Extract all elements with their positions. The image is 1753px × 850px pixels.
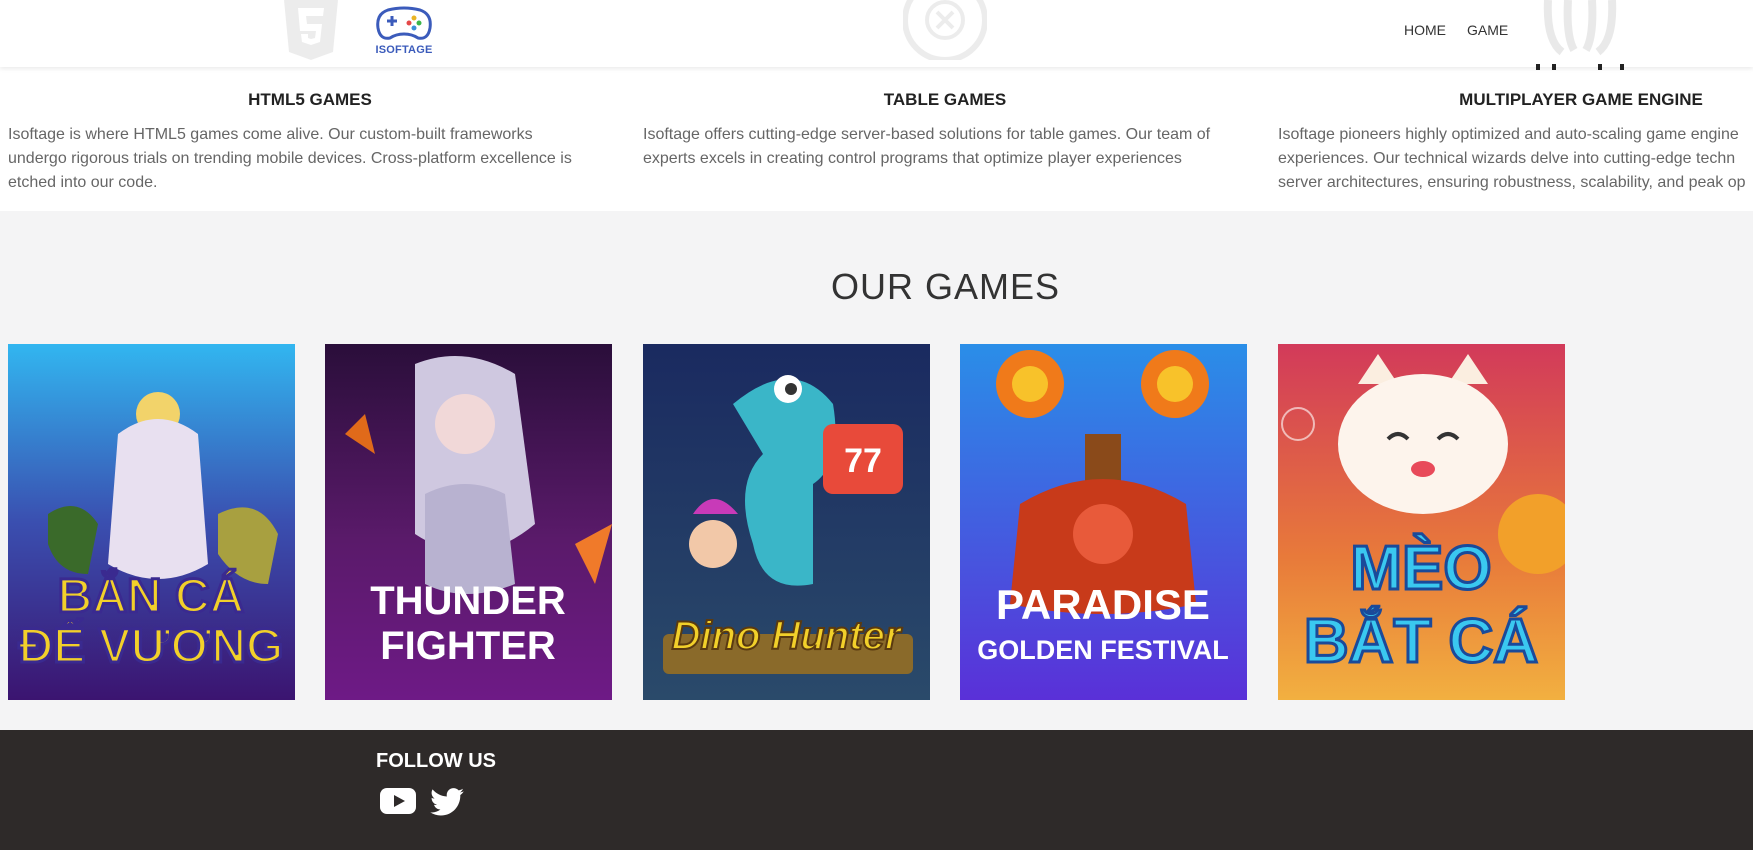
youtube-icon[interactable]	[380, 788, 416, 819]
feature-title: HTML5 GAMES	[248, 90, 372, 109]
logo-text: ISOFTAGE	[375, 44, 433, 56]
game-thumbnail: 77 Dino Hunter	[643, 344, 930, 700]
game-thumbnail: BẮN CÁ ĐẾ VƯƠNG	[8, 344, 295, 700]
features-section: HTML5 GAMES Isoftage is where HTML5 game…	[0, 67, 1753, 211]
site-footer: FOLLOW US	[0, 730, 1753, 850]
nav-game[interactable]: GAME	[1467, 22, 1508, 38]
game-thumbnail: PARADISE GOLDEN FESTIVAL	[960, 344, 1247, 700]
section-title: OUR GAMES	[830, 266, 1061, 307]
follow-us-heading: FOLLOW US	[376, 750, 496, 772]
svg-text:FIGHTER: FIGHTER	[380, 624, 556, 668]
feature-title: MULTIPLAYER GAME ENGINE	[1459, 90, 1703, 109]
feature-title: TABLE GAMES	[883, 90, 1007, 109]
roulette-icon	[903, 0, 987, 60]
svg-text:GOLDEN FESTIVAL: GOLDEN FESTIVAL	[977, 635, 1229, 665]
site-logo[interactable]: ISOFTAGE	[374, 4, 434, 62]
feature-description: Isoftage is where HTML5 games come alive…	[8, 126, 572, 191]
feature-description: Isoftage pioneers highly optimized and a…	[1278, 126, 1746, 191]
game-thumbnail: MÈO BẮT CÁ	[1278, 344, 1565, 700]
game-card-thunder-fighter[interactable]: THUNDER FIGHTER	[325, 344, 612, 700]
gamepad-icon	[376, 6, 432, 40]
game-card-dino-hunter[interactable]: 77 Dino Hunter	[643, 344, 930, 700]
svg-text:PARADISE: PARADISE	[996, 581, 1210, 628]
svg-text:ĐẾ VƯƠNG: ĐẾ VƯƠNG	[19, 619, 284, 673]
site-header: ISOFTAGE HOME GAME	[0, 0, 1753, 70]
svg-text:THUNDER: THUNDER	[370, 579, 566, 623]
svg-text:BẮT CÁ: BẮT CÁ	[1304, 607, 1538, 676]
svg-text:77: 77	[844, 442, 882, 480]
html5-icon	[284, 0, 338, 60]
game-thumbnail: THUNDER FIGHTER	[325, 344, 612, 700]
svg-text:BẮN CÁ: BẮN CÁ	[58, 568, 245, 623]
feature-description: Isoftage offers cutting-edge server-base…	[643, 126, 1211, 167]
twitter-icon[interactable]	[430, 788, 464, 821]
svg-text:Dino Hunter: Dino Hunter	[672, 614, 903, 658]
game-card-ban-ca[interactable]: BẮN CÁ ĐẾ VƯƠNG	[8, 344, 295, 700]
game-card-paradise-golden-festival[interactable]: PARADISE GOLDEN FESTIVAL	[960, 344, 1247, 700]
svg-text:MÈO: MÈO	[1350, 534, 1491, 603]
nav-home[interactable]: HOME	[1404, 22, 1446, 38]
octopus-tentacle-tips	[1536, 64, 1624, 70]
games-section: OUR GAMES BẮN CÁ ĐẾ VƯƠNG THUNDER FIGHTE…	[0, 211, 1753, 730]
game-card-meo-bat-ca[interactable]: MÈO BẮT CÁ	[1278, 344, 1565, 700]
